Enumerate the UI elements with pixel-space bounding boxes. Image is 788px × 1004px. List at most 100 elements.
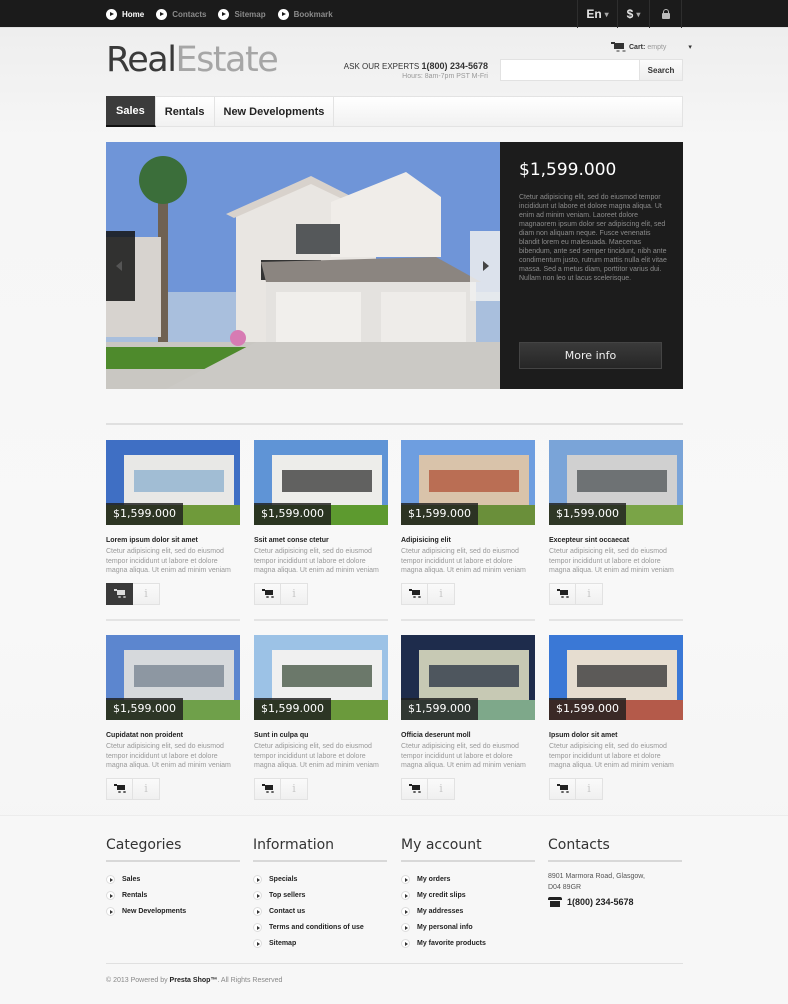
product-actions: i: [401, 777, 535, 800]
top-nav-home[interactable]: Home: [106, 8, 145, 20]
product-title[interactable]: Ssit amet conse ctetur: [254, 537, 388, 544]
experts-hours: Hours: 8am-7pm PST M-Fri: [402, 73, 488, 80]
top-nav-sitemap[interactable]: Sitemap: [218, 8, 266, 20]
info-icon: i: [439, 587, 443, 600]
add-to-cart-button[interactable]: [549, 582, 576, 605]
menu-item-new-developments[interactable]: New Developments: [215, 97, 335, 126]
footer-link[interactable]: My orders: [401, 871, 535, 887]
footer-link[interactable]: Sitemap: [253, 936, 387, 952]
add-to-cart-button[interactable]: [254, 777, 281, 800]
cart-summary[interactable]: Cart: empty ▾: [611, 42, 692, 52]
search-box: Search: [500, 59, 683, 81]
top-nav-label: Home: [122, 9, 145, 19]
footer-link[interactable]: Specials: [253, 871, 387, 887]
product-divider: [106, 619, 240, 621]
slider-next-arrow[interactable]: [470, 231, 500, 301]
add-to-cart-button[interactable]: [401, 777, 428, 800]
product-image[interactable]: $1,599.000: [549, 635, 683, 720]
experts-phone: 1(800) 234-5678: [421, 61, 488, 71]
arrow-circle-icon: [106, 8, 117, 20]
menu-item-sales[interactable]: Sales: [106, 96, 156, 127]
logo-part-real: Real: [106, 40, 177, 80]
product-image[interactable]: $1,599.000: [106, 440, 240, 525]
footer-link[interactable]: My credit slips: [401, 887, 535, 903]
add-to-cart-button[interactable]: [106, 777, 133, 800]
footer-link[interactable]: Contact us: [253, 903, 387, 919]
info-icon: i: [587, 587, 591, 600]
product-card: $1,599.000 Sunt in culpa qu Ctetur adipisi…: [254, 635, 388, 800]
top-nav-bookmark[interactable]: Bookmark: [277, 8, 333, 20]
product-title[interactable]: Excepteur sint occaecat: [549, 537, 683, 544]
top-right-controls: En ▾ $ ▾: [577, 0, 682, 28]
presta-shop-link[interactable]: Presta Shop™: [170, 977, 218, 984]
cart-icon: [113, 784, 126, 793]
add-to-cart-button[interactable]: [254, 582, 281, 605]
product-info-button[interactable]: i: [576, 777, 603, 800]
product-description: Ctetur adipisicing elit, sed do eiusmod …: [254, 743, 379, 769]
product-title[interactable]: Lorem ipsum dolor sit amet: [106, 537, 240, 544]
product-price: $1,599.000: [254, 698, 331, 720]
logo[interactable]: RealEstate: [106, 40, 279, 80]
product-image[interactable]: $1,599.000: [254, 440, 388, 525]
product-divider: [549, 619, 683, 621]
lock-icon: [661, 9, 670, 19]
add-to-cart-button[interactable]: [106, 582, 133, 605]
top-bar: Home Contacts Sitemap Bookmark En ▾ $ ▾: [0, 0, 788, 28]
arrow-circle-icon: [106, 890, 115, 900]
product-info-button[interactable]: i: [281, 777, 308, 800]
product-actions: i: [254, 777, 388, 800]
product-image[interactable]: $1,599.000: [254, 635, 388, 720]
footer-link[interactable]: Sales: [106, 871, 240, 887]
info-icon: i: [292, 587, 296, 600]
product-info-button[interactable]: i: [281, 582, 308, 605]
arrow-circle-icon: [277, 8, 289, 20]
footer-heading: Categories: [106, 837, 240, 862]
footer-link[interactable]: Terms and conditions of use: [253, 920, 387, 936]
info-icon: i: [144, 782, 148, 795]
caret-down-icon: ▾: [636, 9, 641, 19]
product-info-button[interactable]: i: [576, 582, 603, 605]
product-info-button[interactable]: i: [133, 777, 160, 800]
search-input[interactable]: [501, 60, 639, 80]
product-info-button[interactable]: i: [428, 582, 455, 605]
more-info-button[interactable]: More info: [519, 342, 662, 369]
cart-icon: [556, 589, 569, 598]
product-title[interactable]: Officia deserunt moll: [401, 732, 535, 739]
product-actions: i: [254, 582, 388, 605]
top-nav-label: Bookmark: [293, 9, 333, 19]
language-selector[interactable]: En ▾: [577, 0, 617, 28]
footer-link[interactable]: Top sellers: [253, 887, 387, 903]
top-nav-contacts[interactable]: Contacts: [156, 8, 206, 20]
top-nav-label: Sitemap: [234, 9, 266, 19]
footer-link[interactable]: My addresses: [401, 903, 535, 919]
arrow-circle-icon: [401, 906, 410, 916]
slide-price: $1,599.000: [519, 160, 617, 180]
product-title[interactable]: Cupidatat non proident: [106, 732, 240, 739]
slide-description: Ctetur adipisicing elit, sed do eiusmod …: [519, 194, 667, 282]
footer-link[interactable]: Rentals: [106, 887, 240, 903]
product-title[interactable]: Sunt in culpa qu: [254, 732, 388, 739]
product-info-button[interactable]: i: [133, 582, 160, 605]
product-image[interactable]: $1,599.000: [106, 635, 240, 720]
add-to-cart-button[interactable]: [549, 777, 576, 800]
product-image[interactable]: $1,599.000: [401, 440, 535, 525]
product-title[interactable]: Adipisicing elit: [401, 537, 535, 544]
product-description: Ctetur adipisicing elit, sed do eiusmod …: [549, 548, 674, 574]
experts-label: ASK OUR EXPERTS: [343, 62, 420, 71]
footer-link[interactable]: My personal info: [401, 920, 535, 936]
menu-item-rentals[interactable]: Rentals: [156, 97, 215, 126]
currency-selector[interactable]: $ ▾: [617, 0, 649, 28]
footer-link[interactable]: My favorite products: [401, 936, 535, 952]
product-image[interactable]: $1,599.000: [401, 635, 535, 720]
add-to-cart-button[interactable]: [401, 582, 428, 605]
product-title[interactable]: Ipsum dolor sit amet: [549, 732, 683, 739]
product-info-button[interactable]: i: [428, 777, 455, 800]
experts-contact: ASK OUR EXPERTS 1(800) 234-5678 Hours: 8…: [300, 61, 488, 80]
login-button[interactable]: [649, 0, 682, 28]
footer-link[interactable]: New Developments: [106, 903, 240, 919]
product-actions: i: [549, 582, 683, 605]
product-image[interactable]: $1,599.000: [549, 440, 683, 525]
search-button[interactable]: Search: [639, 60, 682, 80]
arrow-circle-icon: [106, 874, 115, 884]
slider-prev-arrow[interactable]: [106, 231, 135, 301]
